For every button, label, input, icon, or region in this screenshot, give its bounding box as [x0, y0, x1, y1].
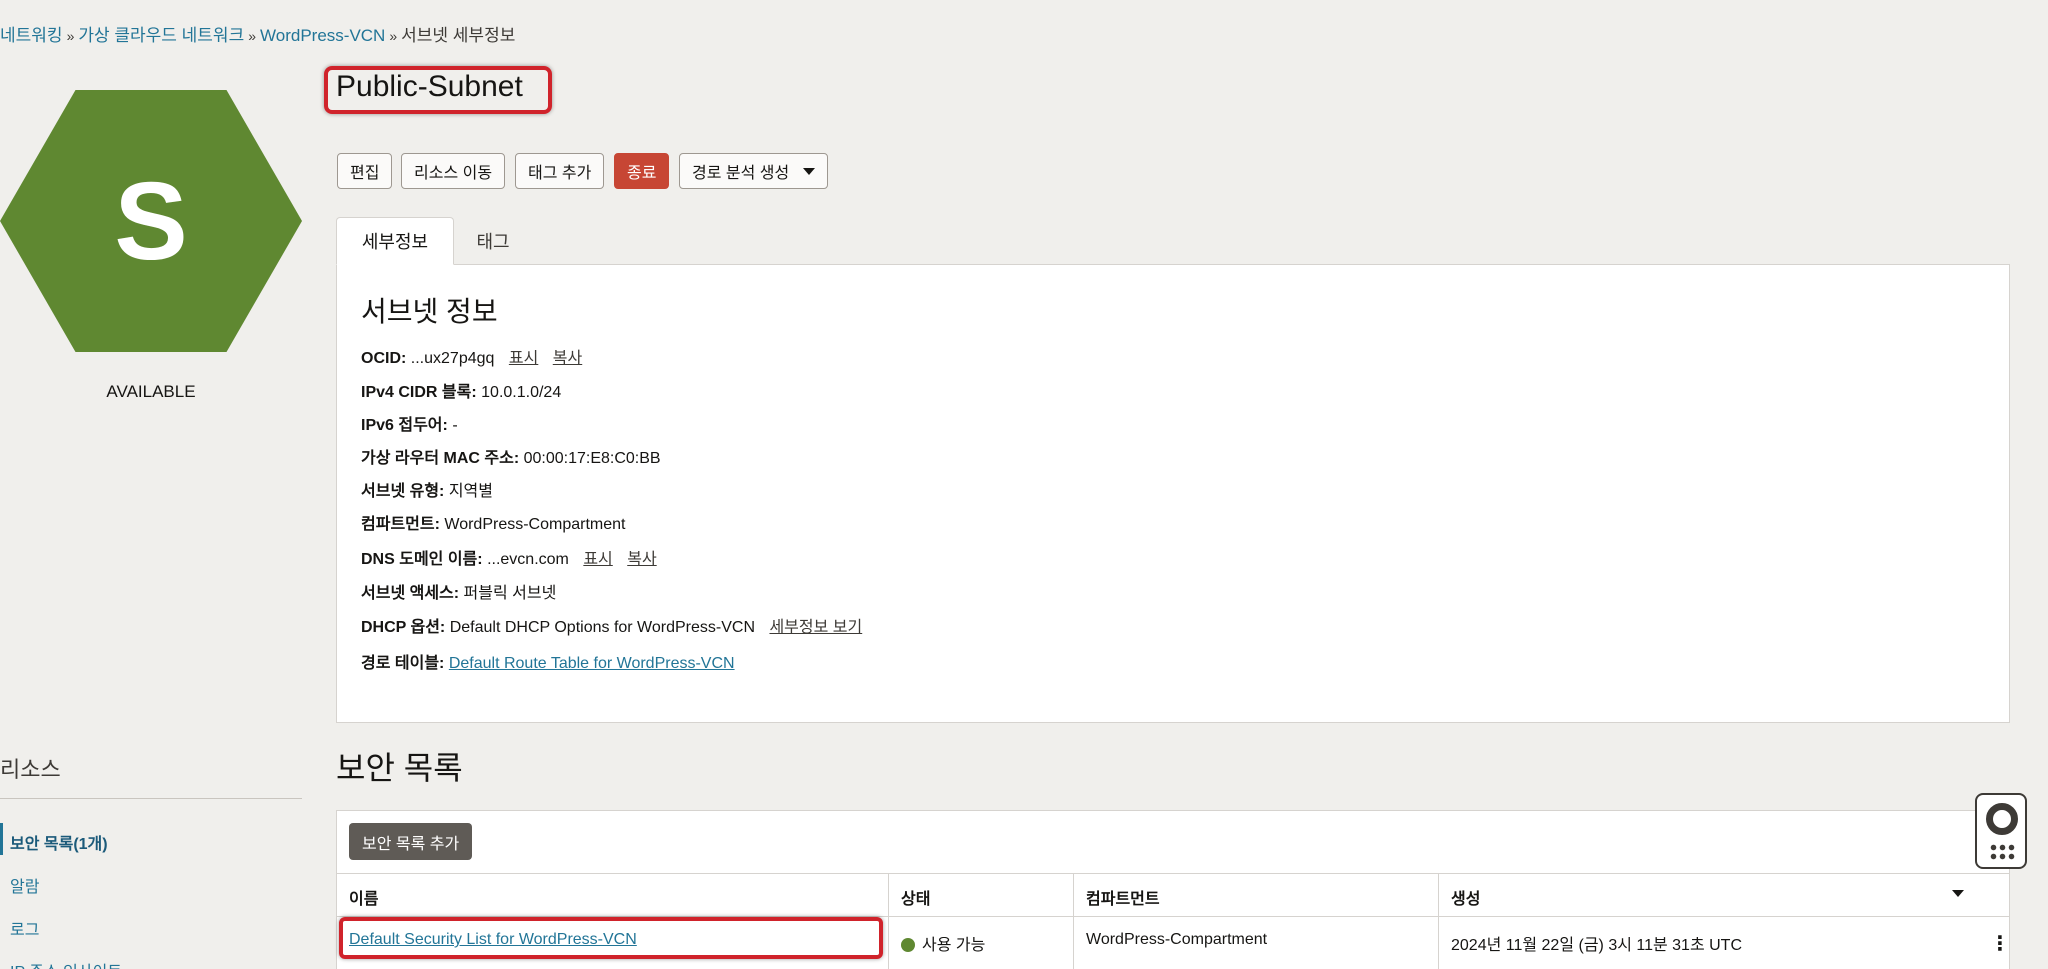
column-divider [1438, 873, 1439, 969]
grid-icon[interactable] [1989, 843, 2015, 861]
breadcrumb-networking[interactable]: 네트워킹 [0, 26, 63, 45]
route-label: 경로 테이블: [361, 655, 445, 672]
breadcrumb-vcn[interactable]: WordPress-VCN [260, 26, 385, 45]
column-header-created[interactable]: 생성 [1451, 885, 1480, 909]
breadcrumb-separator: » [248, 28, 257, 44]
move-resource-button[interactable]: 리소스 이동 [401, 153, 506, 189]
info-compartment: 컴파트먼트: WordPress-Compartment [361, 510, 625, 534]
resource-status: AVAILABLE [106, 382, 196, 401]
chevron-down-icon [803, 167, 816, 175]
ocid-copy-link[interactable]: 복사 [553, 350, 582, 367]
table-header-row [337, 873, 2009, 917]
ipv4-value: 10.0.1.0/24 [481, 384, 562, 401]
breadcrumb-vcn-list[interactable]: 가상 클라우드 네트워크 [78, 26, 244, 45]
ipv6-value: - [452, 417, 458, 434]
type-value: 지역별 [448, 483, 493, 500]
path-analysis-label: 경로 분석 생성 [692, 165, 790, 182]
access-value: 퍼블릭 서브넷 [463, 585, 557, 602]
info-access: 서브넷 액세스: 퍼블릭 서브넷 [361, 579, 556, 603]
page-title: Public-Subnet [336, 70, 523, 103]
column-header-state[interactable]: 상태 [901, 885, 930, 909]
dhcp-value: Default DHCP Options for WordPress-VCN [449, 619, 755, 636]
info-dhcp: DHCP 옵션: Default DHCP Options for WordPr… [361, 613, 862, 637]
nav-active-indicator [0, 823, 3, 855]
info-route-table: 경로 테이블: Default Route Table for WordPres… [361, 649, 735, 673]
dns-label: DNS 도메인 이름: [361, 551, 483, 568]
ocid-show-link[interactable]: 표시 [509, 350, 538, 367]
access-label: 서브넷 액세스: [361, 585, 460, 602]
resource-hexagon-icon: S [0, 90, 302, 352]
row-state: 사용 가능 [901, 931, 985, 955]
dns-show-link[interactable]: 표시 [583, 551, 612, 568]
ocid-value: ...ux27p4gq [410, 350, 495, 367]
ipv6-label: IPv6 접두어: [361, 417, 448, 434]
breadcrumb-current: 서브넷 세부정보 [401, 26, 516, 45]
info-ipv6: IPv6 접두어: - [361, 411, 458, 435]
info-ipv4: IPv4 CIDR 블록: 10.0.1.0/24 [361, 378, 561, 402]
add-tag-button[interactable]: 태그 추가 [515, 153, 605, 189]
mac-value: 00:00:17:E8:C0:BB [523, 450, 661, 467]
status-dot-icon [901, 938, 915, 952]
resources-divider [0, 798, 302, 799]
info-ocid: OCID: ...ux27p4gq 표시 복사 [361, 344, 582, 368]
ipv4-label: IPv4 CIDR 블록: [361, 384, 477, 401]
row-state-label: 사용 가능 [922, 937, 986, 954]
info-type: 서브넷 유형: 지역별 [361, 477, 493, 501]
security-list-link[interactable]: Default Security List for WordPress-VCN [349, 931, 637, 949]
sidebar-item-alarms[interactable]: 알람 [10, 873, 39, 897]
dns-value: ...evcn.com [487, 551, 569, 568]
mac-label: 가상 라우터 MAC 주소: [361, 450, 520, 467]
tab-details[interactable]: 세부정보 [336, 217, 454, 265]
info-dns: DNS 도메인 이름: ...evcn.com 표시 복사 [361, 545, 657, 569]
column-divider [1073, 873, 1074, 969]
column-header-name[interactable]: 이름 [349, 885, 378, 909]
row-created: 2024년 11월 22일 (금) 3시 11분 31초 UTC [1451, 937, 1743, 954]
help-widget[interactable] [1975, 793, 2027, 869]
sidebar-item-ip-insights[interactable]: IP 주소 인사이트 [10, 958, 122, 969]
dhcp-details-link[interactable]: 세부정보 보기 [769, 619, 862, 636]
breadcrumb: 네트워킹» 가상 클라우드 네트워크» WordPress-VCN» 서브넷 세부정보 [0, 21, 515, 46]
row-compartment: WordPress-Compartment [1086, 931, 1268, 948]
path-analysis-button[interactable]: 경로 분석 생성 [679, 153, 829, 189]
breadcrumb-separator: » [66, 28, 75, 44]
breadcrumb-separator: » [389, 28, 398, 44]
kebab-menu-icon[interactable]: ⋮ [1990, 931, 2010, 956]
type-label: 서브넷 유형: [361, 483, 445, 500]
edit-button[interactable]: 편집 [337, 153, 393, 189]
add-security-list-button[interactable]: 보안 목록 추가 [349, 823, 473, 860]
sidebar-item-logs[interactable]: 로그 [10, 916, 39, 940]
dns-copy-link[interactable]: 복사 [627, 551, 656, 568]
info-mac: 가상 라우터 MAC 주소: 00:00:17:E8:C0:BB [361, 444, 661, 468]
route-table-link[interactable]: Default Route Table for WordPress-VCN [449, 655, 735, 672]
caret-down-icon[interactable] [1952, 890, 1964, 897]
dhcp-label: DHCP 옵션: [361, 619, 446, 636]
column-header-compartment[interactable]: 컴파트먼트 [1086, 885, 1160, 909]
compartment-label: 컴파트먼트: [361, 516, 440, 533]
column-divider [888, 873, 889, 969]
tab-tags[interactable]: 태그 [460, 217, 526, 265]
compartment-value: WordPress-Compartment [444, 516, 626, 533]
ocid-label: OCID: [361, 350, 407, 367]
subnet-info-heading: 서브넷 정보 [361, 296, 498, 327]
terminate-button[interactable]: 종료 [614, 153, 670, 189]
sidebar-item-security-lists[interactable]: 보안 목록(1개) [10, 830, 108, 854]
resources-heading: 리소스 [0, 757, 61, 782]
resource-letter: S [114, 159, 188, 283]
lifebuoy-icon[interactable] [1986, 803, 2018, 835]
security-lists-heading: 보안 목록 [336, 750, 463, 786]
